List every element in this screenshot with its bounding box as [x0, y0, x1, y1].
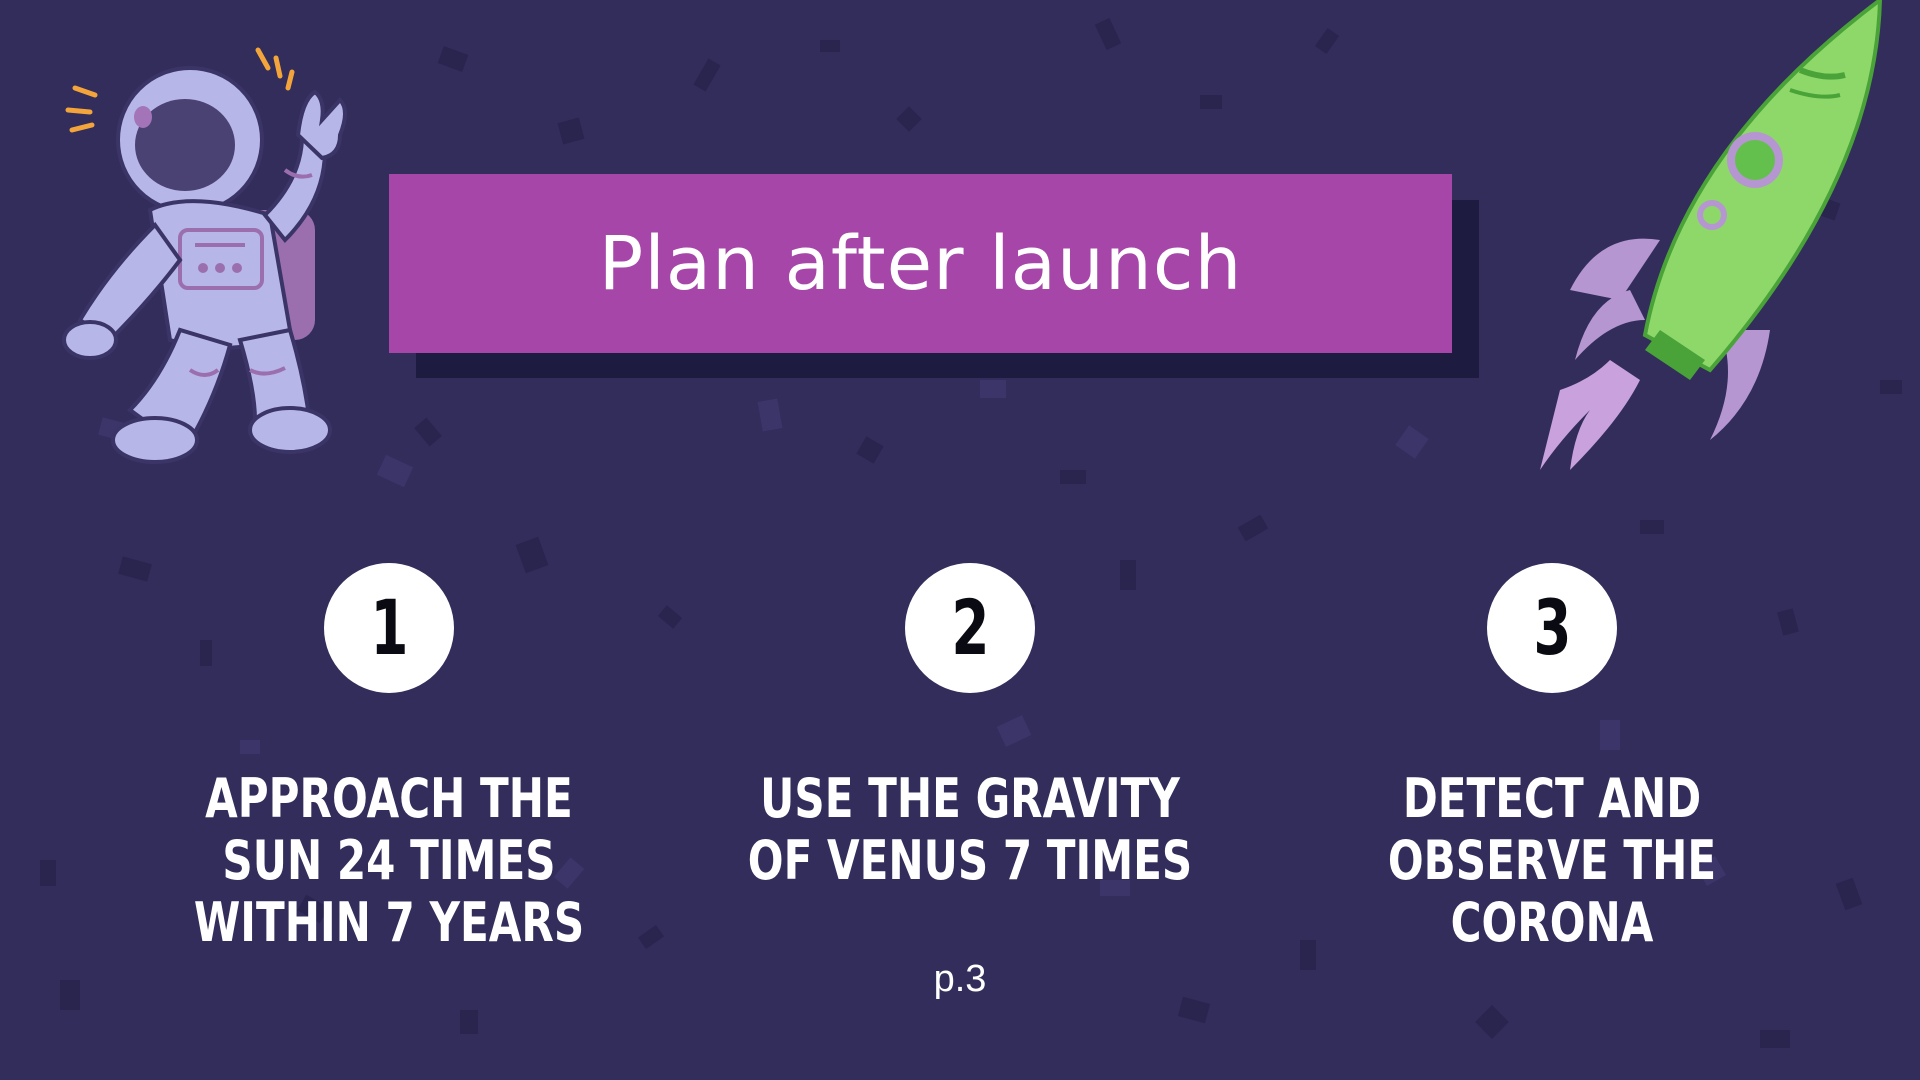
- rocket-illustration: [1540, 0, 1883, 470]
- step-2-text: Use the gravity of Venus 7 times: [747, 767, 1193, 892]
- step-3-number: 3: [1532, 583, 1572, 672]
- step-2-circle: 2: [905, 563, 1035, 693]
- step-1-circle: 1: [324, 563, 454, 693]
- step-1-text: Approach the Sun 24 times within 7 years: [193, 767, 585, 954]
- step-3-text: Detect and observe the corona: [1387, 767, 1717, 954]
- slide-title: Plan after launch: [598, 220, 1243, 307]
- step-3-circle: 3: [1487, 563, 1617, 693]
- slide: Plan after launch 1 Approach the Sun 24 …: [0, 0, 1920, 1080]
- title-banner: Plan after launch: [389, 174, 1452, 353]
- astronaut-illustration: [62, 47, 347, 464]
- page-number: p.3: [933, 958, 987, 1000]
- step-1-number: 1: [369, 583, 409, 672]
- step-2-number: 2: [950, 583, 990, 672]
